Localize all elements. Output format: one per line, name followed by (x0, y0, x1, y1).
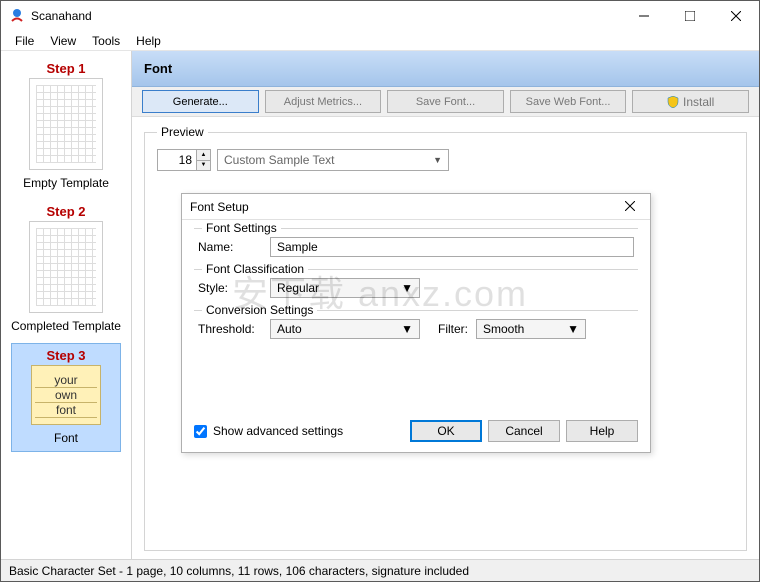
help-button[interactable]: Help (566, 420, 638, 442)
app-title: Scanahand (31, 9, 621, 23)
step-label: Empty Template (23, 176, 109, 190)
font-size-input[interactable]: ▲ ▼ (157, 149, 211, 171)
step-title: Step 3 (46, 348, 85, 363)
close-button[interactable] (713, 1, 759, 31)
chevron-down-icon: ▼ (401, 281, 413, 295)
menu-file[interactable]: File (7, 32, 42, 50)
name-label: Name: (198, 240, 262, 254)
install-button[interactable]: Install (632, 90, 749, 113)
app-window: Scanahand File View Tools Help Step 1 Em… (0, 0, 760, 582)
dialog-titlebar: Font Setup (182, 194, 650, 220)
sample-text-combo[interactable]: Custom Sample Text ▼ (217, 149, 449, 171)
font-setup-dialog: Font Setup Font Settings Name: Font Clas… (181, 193, 651, 453)
app-icon (9, 8, 25, 24)
filter-label: Filter: (428, 322, 468, 336)
chevron-down-icon: ▼ (433, 155, 442, 165)
sidebar-step-1[interactable]: Step 1 Empty Template (11, 57, 121, 196)
completed-template-thumb (29, 221, 103, 313)
spin-up-icon[interactable]: ▲ (196, 150, 210, 161)
main-header: Font (132, 51, 759, 87)
adjust-metrics-button[interactable]: Adjust Metrics... (265, 90, 382, 113)
statusbar: Basic Character Set - 1 page, 10 columns… (1, 559, 759, 581)
menubar: File View Tools Help (1, 31, 759, 51)
show-advanced-input[interactable] (194, 425, 207, 438)
menu-view[interactable]: View (42, 32, 84, 50)
font-thumb: your own font (31, 365, 101, 425)
minimize-button[interactable] (621, 1, 667, 31)
threshold-combo[interactable]: Auto ▼ (270, 319, 420, 339)
step-label: Font (54, 431, 78, 445)
dialog-close-button[interactable] (618, 200, 642, 214)
name-field[interactable] (270, 237, 634, 257)
filter-combo[interactable]: Smooth ▼ (476, 319, 586, 339)
style-label: Style: (198, 281, 262, 295)
conversion-settings-group: Conversion Settings Threshold: Auto ▼ Fi… (194, 310, 638, 345)
chevron-down-icon: ▼ (567, 322, 579, 336)
font-classification-group: Font Classification Style: Regular ▼ (194, 269, 638, 304)
show-advanced-checkbox[interactable]: Show advanced settings (194, 424, 404, 438)
step-title: Step 2 (46, 204, 85, 219)
sidebar-step-2[interactable]: Step 2 Completed Template (11, 200, 121, 339)
font-size-field[interactable] (158, 150, 196, 170)
generate-button[interactable]: Generate... (142, 90, 259, 113)
shield-icon (667, 96, 679, 108)
menu-help[interactable]: Help (128, 32, 169, 50)
chevron-down-icon: ▼ (401, 322, 413, 336)
sidebar-step-3[interactable]: Step 3 your own font Font (11, 343, 121, 452)
step-title: Step 1 (46, 61, 85, 76)
sidebar: Step 1 Empty Template Step 2 Completed T… (1, 51, 131, 559)
font-settings-group: Font Settings Name: (194, 228, 638, 263)
style-combo[interactable]: Regular ▼ (270, 278, 420, 298)
toolbar: Generate... Adjust Metrics... Save Font.… (132, 87, 759, 117)
empty-template-thumb (29, 78, 103, 170)
dialog-title: Font Setup (190, 200, 249, 214)
save-font-button[interactable]: Save Font... (387, 90, 504, 113)
spin-down-icon[interactable]: ▼ (196, 161, 210, 171)
threshold-label: Threshold: (198, 322, 262, 336)
cancel-button[interactable]: Cancel (488, 420, 560, 442)
save-web-font-button[interactable]: Save Web Font... (510, 90, 627, 113)
maximize-button[interactable] (667, 1, 713, 31)
menu-tools[interactable]: Tools (84, 32, 128, 50)
titlebar: Scanahand (1, 1, 759, 31)
preview-legend: Preview (157, 125, 208, 139)
step-label: Completed Template (11, 319, 121, 333)
ok-button[interactable]: OK (410, 420, 482, 442)
